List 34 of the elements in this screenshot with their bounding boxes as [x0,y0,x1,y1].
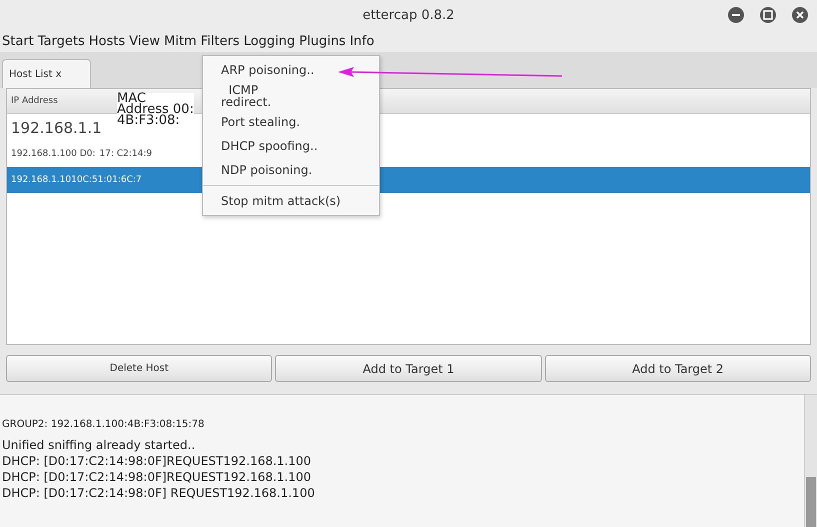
table-cell-text: 17: C2:14:9 [98,149,152,159]
log-line: DHCP: [D0:17:C2:14:98:0F]REQUEST192.168.1.100 [2,454,312,468]
maximize-icon[interactable] [759,6,777,24]
menu-item[interactable]: Info [350,34,374,48]
action-button[interactable]: Delete Host [6,355,272,382]
column-header[interactable]: IP Address [7,89,111,113]
menu-item[interactable]: Mitm [164,34,197,48]
menu-item[interactable]: Filters [200,34,240,48]
menu-option[interactable]: DHCP spoofing.. [221,134,318,158]
column-header[interactable]: MAC Address 00: 4B:F3:08: [117,93,194,126]
table-cell-text: 192.168.1.100 D0: [10,149,96,159]
scrollbar-thumb[interactable] [806,477,816,527]
scrollbar[interactable] [804,395,817,527]
menu-item[interactable]: Targets [38,34,85,48]
menu-option[interactable]: ICMP redirect. [221,82,272,110]
table-cell-text: 192.168.1.1 [10,118,102,136]
menu-option[interactable]: ARP poisoning.. [221,58,314,82]
log-line: DHCP: [D0:17:C2:14:98:0F]REQUEST192.168.1.100 [2,470,312,484]
action-button[interactable]: Add to Target 2 [544,355,811,382]
table-cell-text: 192.168.1.1010C:51:01:6C:7 [10,175,142,185]
tab[interactable]: Host List x [2,59,91,88]
log-line: GROUP2: 192.168.1.100:4B:F3:08:15:78 [2,419,204,430]
menu-item[interactable]: Hosts [88,34,126,48]
menu-item[interactable]: Start [2,34,34,48]
minimize-icon[interactable] [727,6,745,24]
close-icon[interactable] [791,6,809,24]
window-title: ettercap 0.8.2 [362,8,454,22]
log-line: Unified sniffing already started.. [2,438,196,452]
menu-item[interactable]: View [129,34,160,48]
menu-item[interactable]: Plugins [299,34,346,48]
menu-item[interactable]: Logging [244,34,296,48]
menu-option[interactable]: Port stealing. [221,110,300,134]
log-line: DHCP: [D0:17:C2:14:98:0F] REQUEST192.168.1.100 [2,486,315,500]
action-button[interactable]: Add to Target 1 [275,355,542,382]
